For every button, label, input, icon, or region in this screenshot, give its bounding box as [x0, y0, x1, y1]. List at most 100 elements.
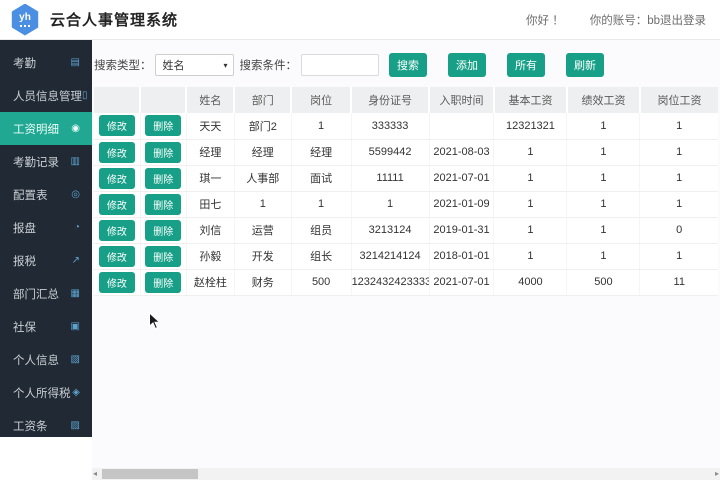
sidebar-item-4[interactable]: 考勤记录 ▥ [0, 145, 92, 178]
sidebar-item-2[interactable]: 人员信息管理 ▯ [0, 79, 92, 112]
table-cell: 开发 [234, 243, 291, 269]
sidebar-item-3[interactable]: 工资明细 ◉ [0, 112, 92, 145]
edit-button[interactable]: 修改 [99, 168, 135, 189]
table-cell: 12321321 [494, 113, 567, 139]
edit-button[interactable]: 修改 [99, 220, 135, 241]
table-cell: 1 [567, 165, 640, 191]
delete-button[interactable]: 删除 [145, 142, 181, 163]
table-cell: 1 [494, 217, 567, 243]
table-cell: 4000 [494, 269, 567, 295]
table-body: 修改删除天天部门213333331232132111修改删除经理经理经理5599… [94, 113, 718, 295]
table-cell: 1 [351, 191, 429, 217]
table-cell: 1 [567, 113, 640, 139]
table-cell: 1 [640, 165, 718, 191]
delete-button[interactable]: 删除 [145, 220, 181, 241]
table-cell: 1 [234, 191, 291, 217]
table-cell: 琪一 [186, 165, 234, 191]
edit-button[interactable]: 修改 [99, 246, 135, 267]
sidebar-item-label: 考勤记录 [13, 154, 59, 170]
sidebar-item-11[interactable]: 个人所得税 ◈ [0, 376, 92, 409]
table-header-row: 姓名部门岗位身份证号入职时间基本工资绩效工资岗位工资 [94, 87, 718, 113]
id-card-icon: ▧ [71, 354, 80, 365]
column-header: 基本工资 [494, 87, 567, 113]
sidebar-item-1[interactable]: 考勤 ▤ [0, 46, 92, 79]
table-cell: 1 [567, 139, 640, 165]
edit-button[interactable]: 修改 [99, 272, 135, 293]
delete-button[interactable]: 删除 [145, 115, 181, 136]
search-button[interactable]: 搜索 [389, 53, 427, 77]
column-header: 岗位工资 [640, 87, 718, 113]
table-cell: 1 [494, 243, 567, 269]
delete-column-header [140, 87, 186, 113]
sidebar-item-label: 报税 [13, 253, 36, 269]
table-cell: 运营 [234, 217, 291, 243]
trend-up-icon: ↗ [72, 255, 80, 266]
table-cell: 1 [640, 191, 718, 217]
sidebar-item-label: 考勤 [13, 55, 36, 71]
logo-text: yh [19, 13, 31, 23]
document-lines-icon: ▤ [71, 57, 80, 68]
sidebar-item-9[interactable]: 社保 ▣ [0, 310, 92, 343]
sidebar-item-label: 个人信息 [13, 352, 59, 368]
table-cell: 1 [494, 139, 567, 165]
sidebar-item-label: 部门汇总 [13, 286, 59, 302]
table-row: 修改删除天天部门213333331232132111 [94, 113, 718, 139]
table-cell: 1 [567, 217, 640, 243]
all-button[interactable]: 所有 [507, 53, 545, 77]
file-record-icon: ▥ [71, 156, 80, 167]
salary-table: 姓名部门岗位身份证号入职时间基本工资绩效工资岗位工资 修改删除天天部门21333… [94, 87, 718, 296]
horizontal-scrollbar[interactable]: ◂ ▸ [92, 468, 720, 480]
record-circle-icon: ◉ [71, 123, 80, 134]
edit-button[interactable]: 修改 [99, 115, 135, 136]
sidebar-item-12[interactable]: 工资条 ▨ [0, 409, 92, 442]
table-cell: 2021-07-01 [429, 269, 494, 295]
list-icon: ▨ [71, 420, 80, 431]
search-type-value: 姓名 [163, 57, 185, 73]
table-cell: 组员 [291, 217, 351, 243]
add-button[interactable]: 添加 [448, 53, 486, 77]
table-row: 修改删除刘信运营组员32131242019-01-31110 [94, 217, 718, 243]
table-row: 修改删除田七1112021-01-09111 [94, 191, 718, 217]
table-cell: 2019-01-31 [429, 217, 494, 243]
sidebar-item-label: 报盘 [13, 220, 36, 236]
scroll-right-arrow-icon[interactable]: ▸ [715, 469, 719, 479]
edit-button[interactable]: 修改 [99, 194, 135, 215]
refresh-button[interactable]: 刷新 [566, 53, 604, 77]
sidebar-item-10[interactable]: 个人信息 ▧ [0, 343, 92, 376]
column-header: 身份证号 [351, 87, 429, 113]
sidebar-item-label: 社保 [13, 319, 36, 335]
table-cell: 赵栓柱 [186, 269, 234, 295]
clock-icon: ◔ [74, 222, 80, 233]
scroll-left-arrow-icon[interactable]: ◂ [93, 469, 97, 479]
search-type-label: 搜索类型： [94, 57, 152, 73]
table-cell: 经理 [234, 139, 291, 165]
sidebar-menu: 考勤 ▤ 人员信息管理 ▯ 工资明细 ◉ 考勤记录 ▥ 配置表 ◎ 报盘 ◔ 报… [0, 40, 92, 437]
sidebar-item-8[interactable]: 部门汇总 ▦ [0, 277, 92, 310]
sidebar-item-5[interactable]: 配置表 ◎ [0, 178, 92, 211]
delete-button[interactable]: 删除 [145, 194, 181, 215]
table-cell: 1 [494, 165, 567, 191]
account-text: 你的账号：bb [590, 12, 660, 28]
delete-button[interactable]: 删除 [145, 168, 181, 189]
edit-button[interactable]: 修改 [99, 142, 135, 163]
edit-column-header [94, 87, 140, 113]
column-header: 绩效工资 [567, 87, 640, 113]
delete-button[interactable]: 删除 [145, 246, 181, 267]
sidebar-item-label: 配置表 [13, 187, 48, 203]
table-cell: 500 [567, 269, 640, 295]
table-cell: 财务 [234, 269, 291, 295]
mobile-icon: ▯ [82, 90, 88, 101]
delete-button[interactable]: 删除 [145, 272, 181, 293]
logout-link[interactable]: 退出登录 [660, 12, 706, 28]
search-input[interactable] [301, 54, 379, 76]
search-type-select[interactable]: 姓名 ▾ [155, 54, 234, 76]
scrollbar-thumb[interactable] [102, 469, 198, 479]
table-cell: 11111 [351, 165, 429, 191]
sidebar-item-6[interactable]: 报盘 ◔ [0, 211, 92, 244]
table-row: 修改删除孙毅开发组长32142141242018-01-01111 [94, 243, 718, 269]
table-cell: 1 [567, 191, 640, 217]
main-content: 搜索类型： 姓名 ▾ 搜索条件： 搜索 添加 所有 刷新 姓名部门岗位身 [92, 40, 720, 480]
sidebar-item-7[interactable]: 报税 ↗ [0, 244, 92, 277]
table-cell: 0 [640, 217, 718, 243]
table-row: 修改删除经理经理经理55994422021-08-03111 [94, 139, 718, 165]
